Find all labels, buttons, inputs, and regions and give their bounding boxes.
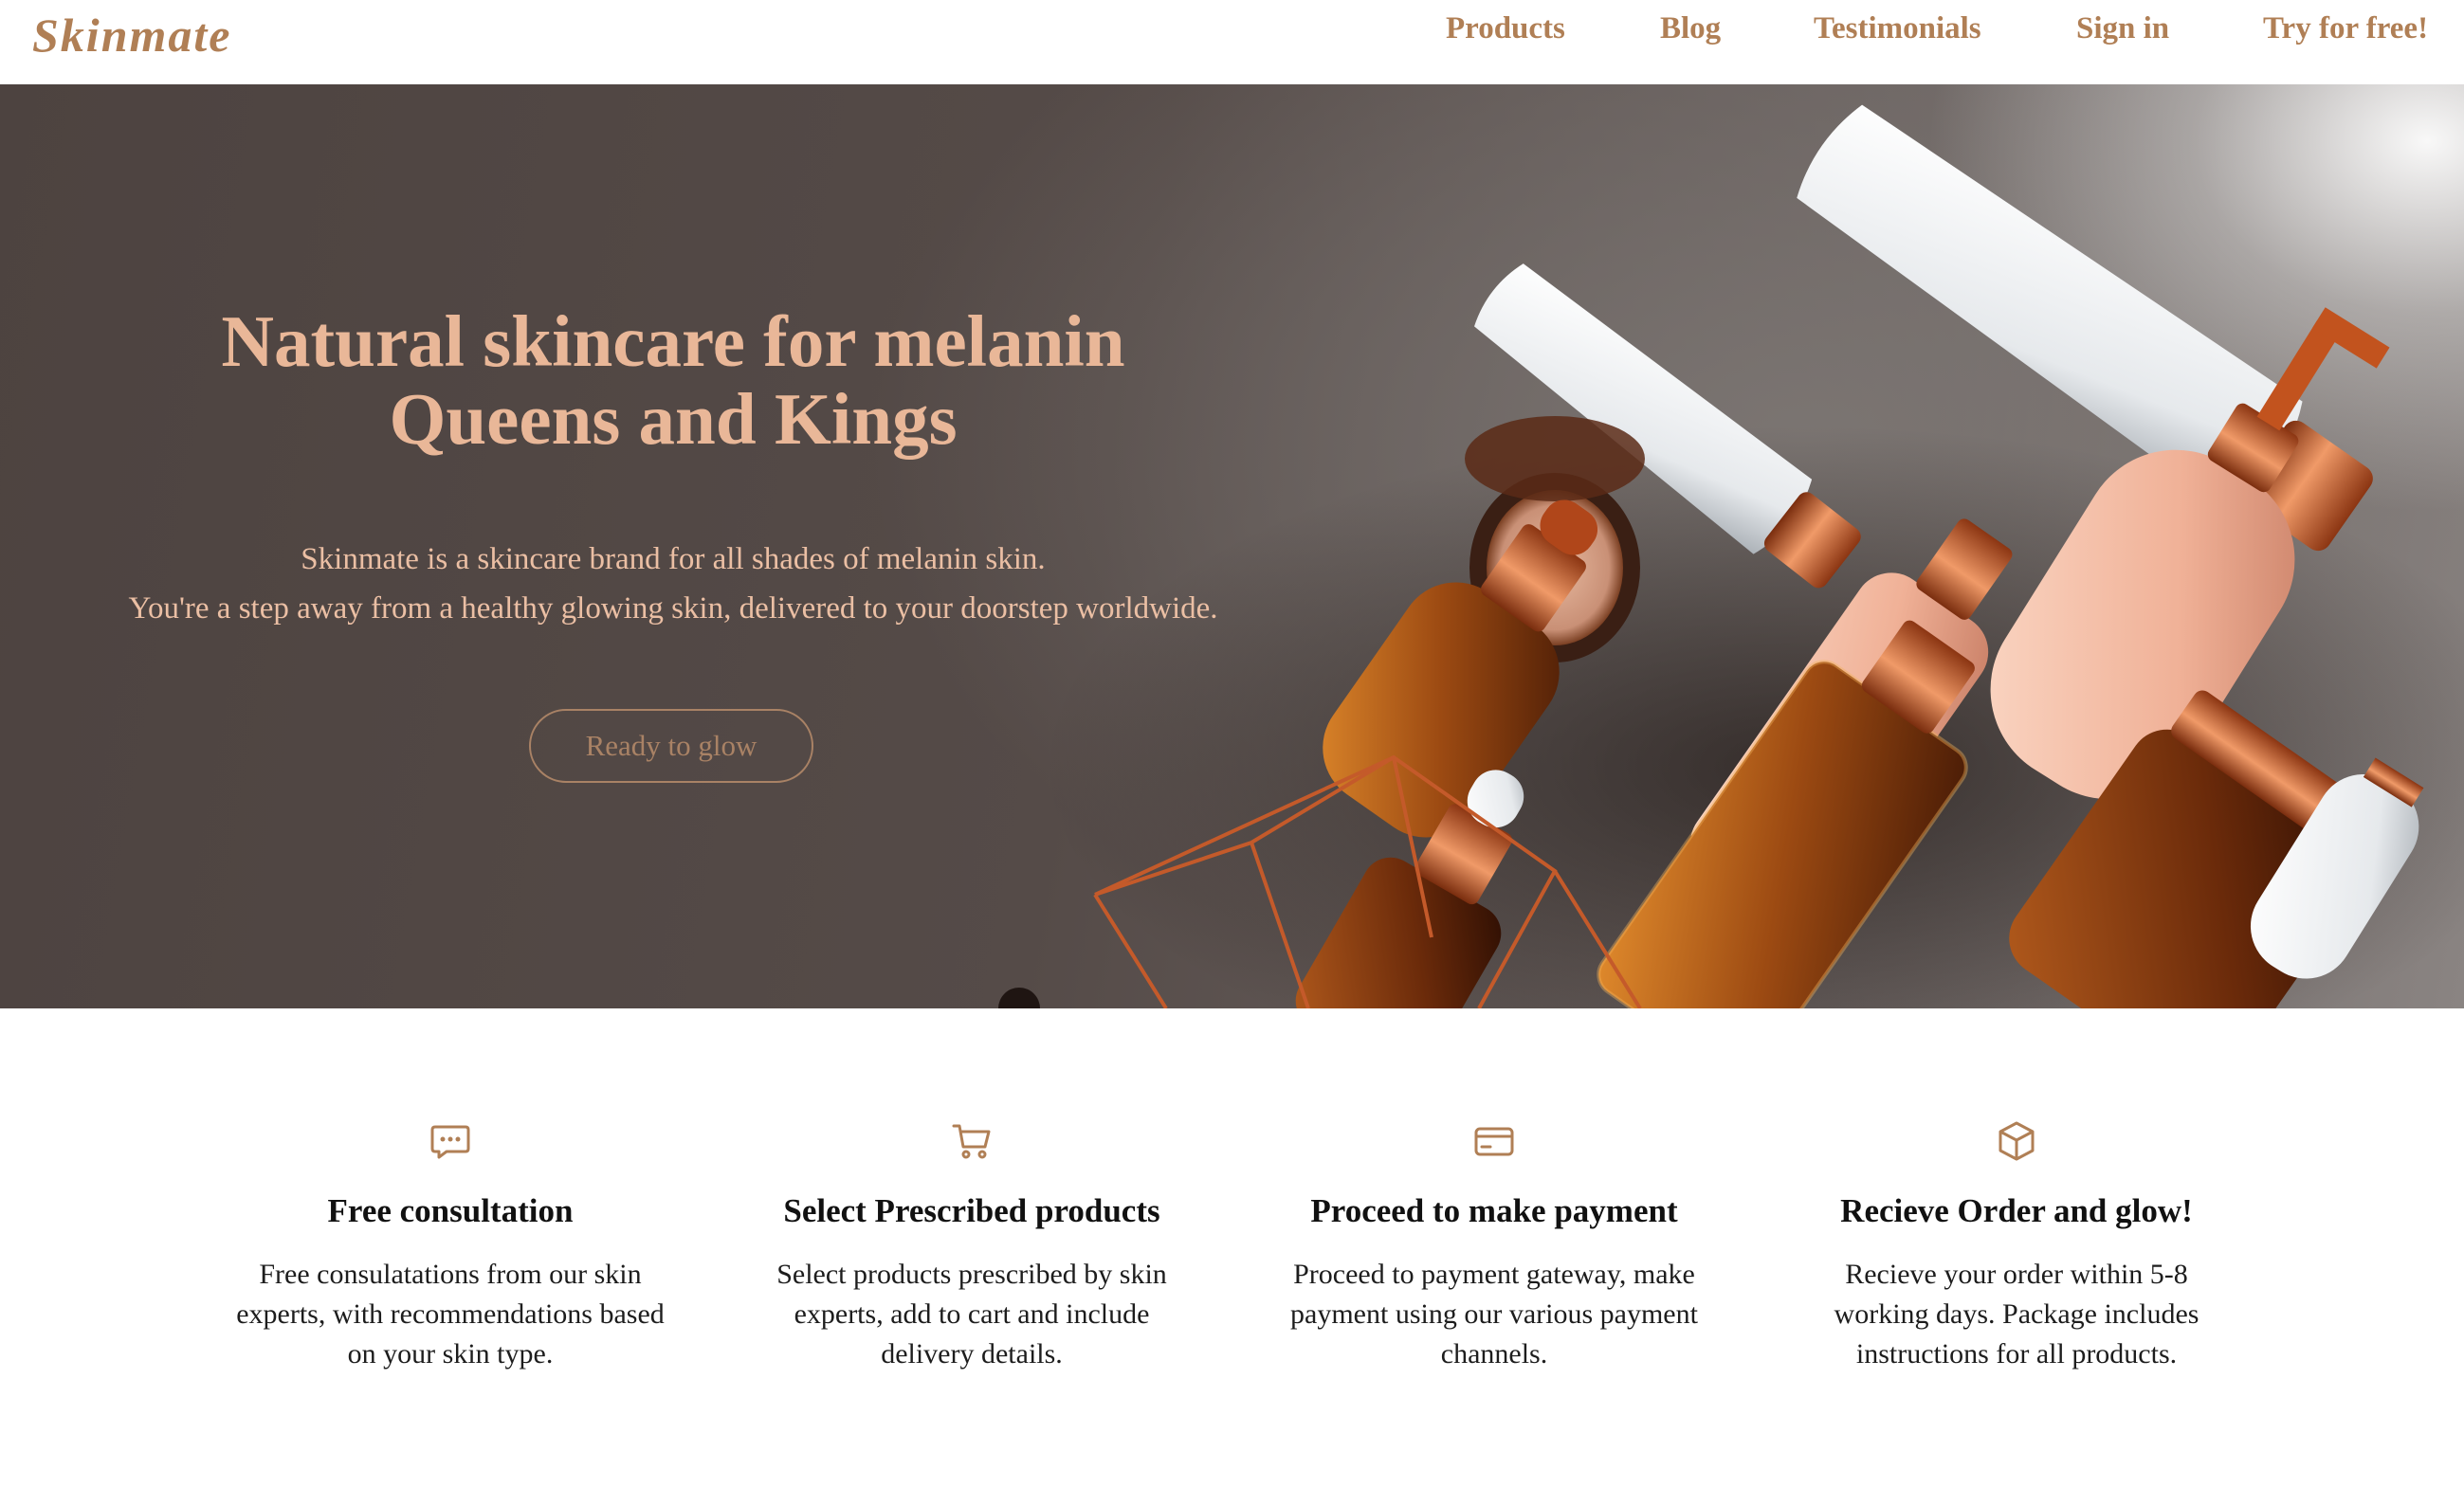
step-title: Free consultation <box>327 1192 574 1229</box>
ready-to-glow-button[interactable]: Ready to glow <box>529 709 813 783</box>
step-receive-order: Recieve Order and glow! Recieve your ord… <box>1789 1118 2244 1374</box>
step-select-products: Select Prescribed products Select produc… <box>744 1118 1199 1374</box>
hero-title-line-1: Natural skincare for melanin <box>221 300 1125 382</box>
package-box-icon <box>1999 1121 2035 1161</box>
shopping-cart-icon <box>952 1124 991 1159</box>
step-make-payment: Proceed to make payment Proceed to payme… <box>1267 1118 1722 1374</box>
step-description: Select products prescribed by skin exper… <box>776 1259 1167 1370</box>
step-description: Free consulatations from our skin expert… <box>236 1259 665 1370</box>
step-title: Recieve Order and glow! <box>1840 1192 2193 1229</box>
step-description: Proceed to payment gateway, make payment… <box>1290 1259 1698 1370</box>
chat-bubble-icon <box>430 1125 470 1159</box>
step-free-consultation: Free consultation Free consulatations fr… <box>223 1118 678 1374</box>
hero-section: Natural skincare for melanin Queens and … <box>0 84 2464 1008</box>
nav-link-sign-in[interactable]: Sign in <box>2076 11 2169 46</box>
credit-card-icon <box>1474 1127 1514 1156</box>
hero-title-line-2: Queens and Kings <box>389 378 958 460</box>
brand-logo[interactable]: Skinmate <box>32 8 231 63</box>
hero-title: Natural skincare for melanin Queens and … <box>76 302 1270 458</box>
nav-link-try-for-free[interactable]: Try for free! <box>2263 11 2428 46</box>
nav-link-testimonials[interactable]: Testimonials <box>1814 11 1981 46</box>
nav-link-products[interactable]: Products <box>1446 11 1565 46</box>
hero-subtitle-line-1: Skinmate is a skincare brand for all sha… <box>301 542 1046 576</box>
top-navbar: Skinmate Products Blog Testimonials Sign… <box>0 0 2464 84</box>
step-description: Recieve your order within 5-8 working da… <box>1834 1259 2199 1370</box>
step-title: Select Prescribed products <box>783 1192 1160 1229</box>
hero-subtitle-line-2: You're a step away from a healthy glowin… <box>128 591 1218 626</box>
nav-link-blog[interactable]: Blog <box>1660 11 1721 46</box>
hero-subtitle: Skinmate is a skincare brand for all sha… <box>38 535 1308 633</box>
step-title: Proceed to make payment <box>1310 1192 1678 1229</box>
